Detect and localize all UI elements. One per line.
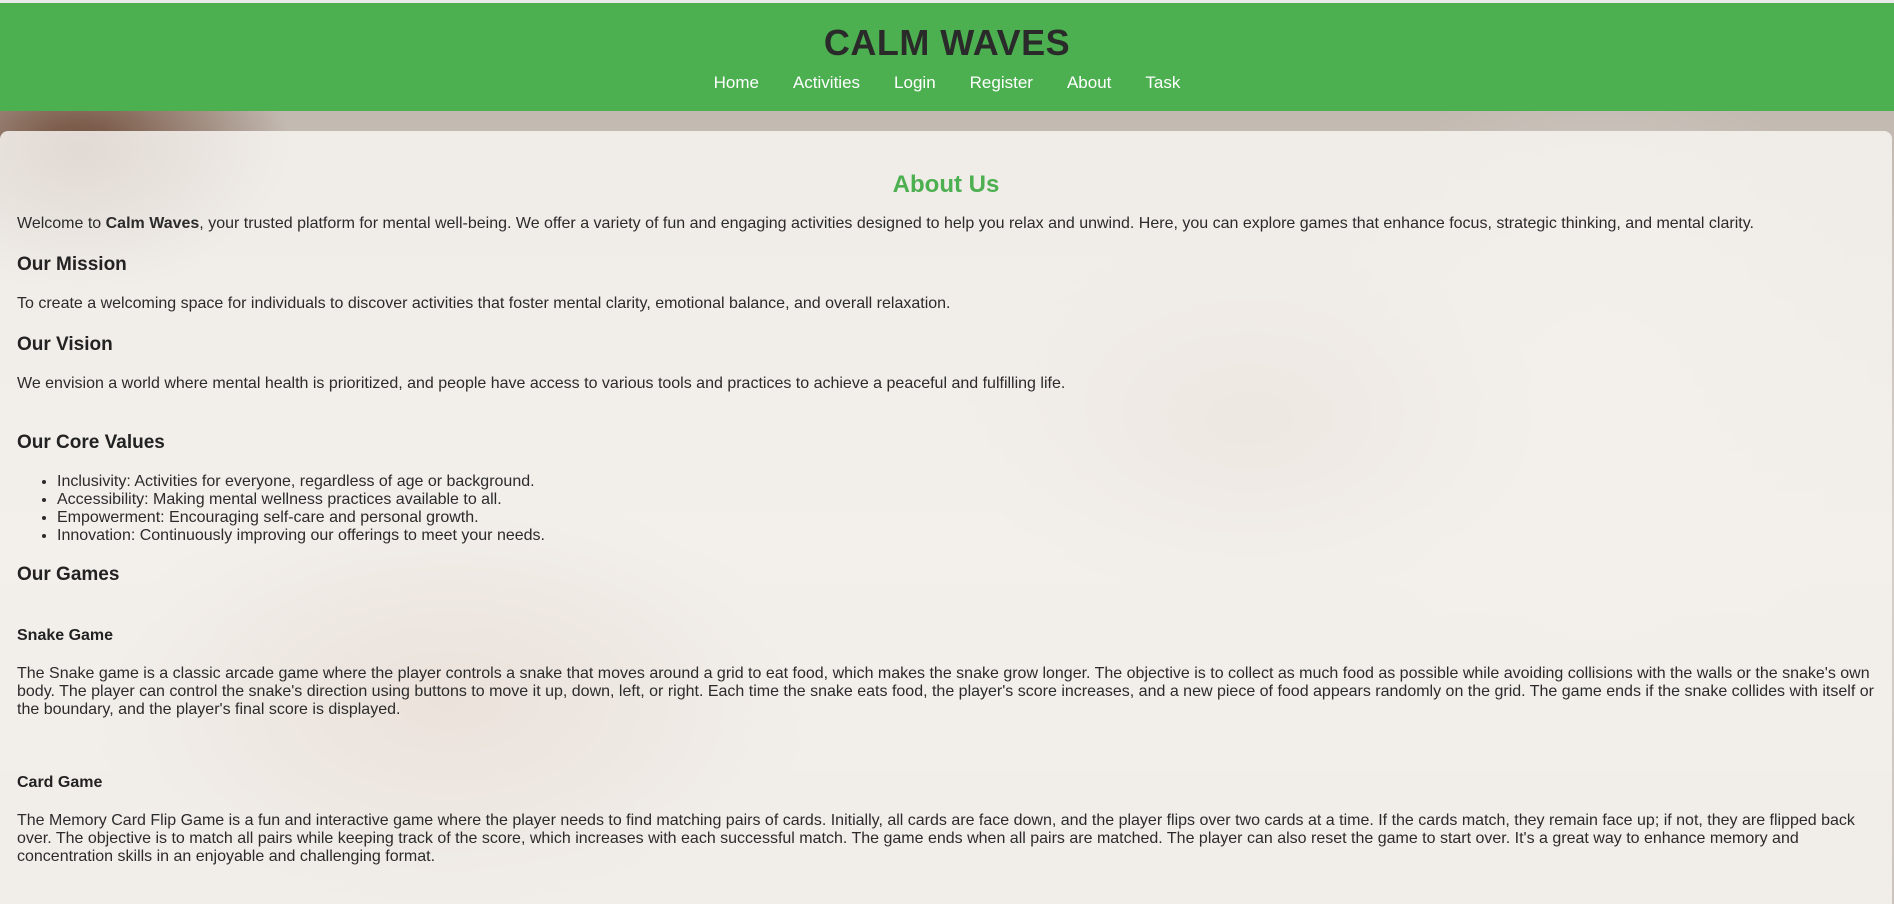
card-game-heading: Card Game [17,774,103,791]
site-title: CALM WAVES [823,22,1071,63]
value-empowerment: Empowerment: Encouraging self-care and p… [57,509,1875,527]
games-heading: Our Games [17,564,120,585]
values-list: Inclusivity: Activities for everyone, re… [17,473,1875,545]
site-header: CALM WAVES Home Activities Login Registe… [0,3,1894,111]
intro-brand: Calm Waves [105,215,200,232]
about-panel: About Us Welcome to Calm Waves, your tru… [0,131,1892,904]
nav-login[interactable]: Login [877,73,953,93]
intro-text: Welcome to Calm Waves, your trusted plat… [17,215,1875,233]
intro-prefix: Welcome to [17,215,106,232]
values-heading: Our Core Values [17,432,165,453]
about-title: About Us [892,171,1000,198]
snake-game-heading: Snake Game [17,627,114,644]
snake-game-text: The Snake game is a classic arcade game … [17,665,1874,718]
vision-text: We envision a world where mental health … [17,375,1066,392]
value-innovation: Innovation: Continuously improving our o… [57,527,1875,545]
vision-heading: Our Vision [17,334,113,355]
nav-about[interactable]: About [1050,73,1128,93]
main-nav: Home Activities Login Register About Tas… [0,73,1894,93]
card-game-text: The Memory Card Flip Game is a fun and i… [17,812,1855,865]
nav-task[interactable]: Task [1128,73,1197,93]
intro-suffix: , your trusted platform for mental well-… [199,215,1754,232]
value-accessibility: Accessibility: Making mental wellness pr… [57,491,1875,509]
value-inclusivity: Inclusivity: Activities for everyone, re… [57,473,1875,491]
mission-heading: Our Mission [17,254,127,275]
nav-activities[interactable]: Activities [776,73,877,93]
nav-register[interactable]: Register [953,73,1050,93]
mission-text: To create a welcoming space for individu… [17,295,951,312]
nav-home[interactable]: Home [697,73,776,93]
